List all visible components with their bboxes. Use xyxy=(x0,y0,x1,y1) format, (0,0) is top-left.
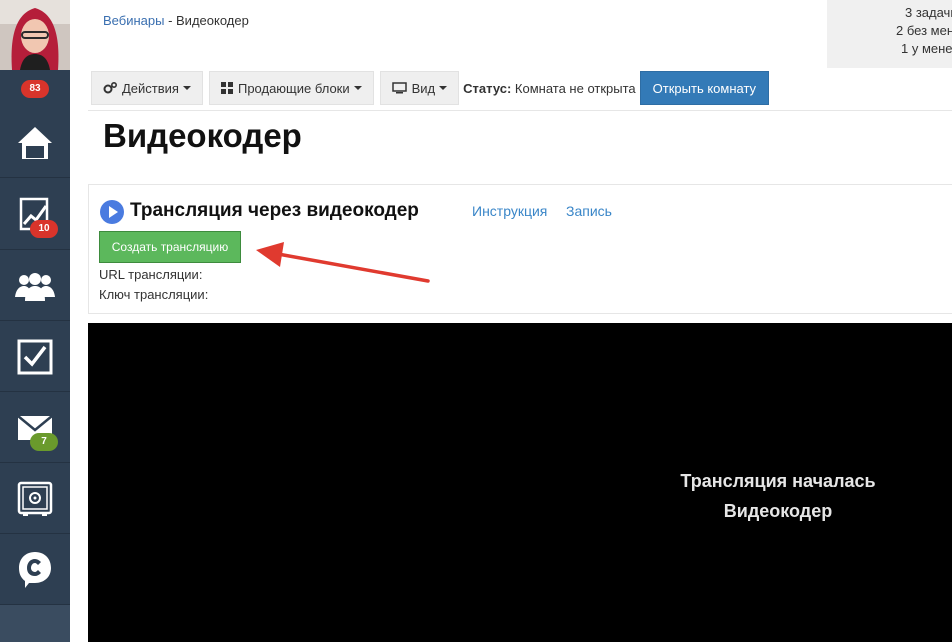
room-status-key: Статус: xyxy=(463,80,512,96)
caret-down-icon xyxy=(182,86,191,90)
caret-down-icon xyxy=(353,86,362,90)
gears-icon xyxy=(103,82,117,94)
room-status: Статус: Комната не открыта xyxy=(463,81,636,96)
monitor-icon xyxy=(391,82,407,94)
page-title: Видеокодер xyxy=(103,117,302,154)
stream-url-label: URL трансляции: xyxy=(99,267,203,282)
instruction-link[interactable]: Инструкция xyxy=(472,203,547,219)
sidebar-item-statistics[interactable]: 10 xyxy=(0,180,70,250)
checkbox-icon xyxy=(17,339,53,374)
home-icon xyxy=(18,126,52,159)
video-title-line: Видеокодер xyxy=(723,501,833,521)
tasks-summary[interactable]: 3 задачи 2 без мене 1 у менед xyxy=(827,0,952,68)
panel-title: Трансляция через видеокодер xyxy=(130,200,419,221)
divider xyxy=(88,110,952,111)
statistics-badge: 10 xyxy=(30,220,58,238)
sidebar-item-safe[interactable] xyxy=(0,464,70,534)
sidebar-item-chat[interactable] xyxy=(0,535,70,605)
sidebar-item-users[interactable] xyxy=(0,251,70,321)
encoder-panel: Трансляция через видеокодер Инструкция З… xyxy=(88,184,952,314)
chat-logo-icon xyxy=(19,551,51,588)
view-dropdown[interactable]: Вид xyxy=(379,71,460,105)
room-status-value: Комната не открыта xyxy=(514,80,636,96)
arrow-annotation-icon xyxy=(256,242,430,283)
sidebar-item-messages[interactable]: 7 xyxy=(0,393,70,463)
caret-down-icon xyxy=(439,86,448,90)
view-label: Вид xyxy=(411,80,436,96)
user-photo-icon xyxy=(0,0,70,70)
avatar[interactable] xyxy=(0,0,70,70)
actions-label: Действия xyxy=(122,80,179,96)
create-stream-button[interactable]: Создать трансляцию xyxy=(99,231,241,263)
grid-icon xyxy=(220,82,233,94)
safe-icon xyxy=(17,481,53,516)
breadcrumb-separator: - xyxy=(164,13,177,28)
tasks-summary-line: 1 у менед xyxy=(901,41,952,56)
sidebar-item-tasks[interactable] xyxy=(0,322,70,392)
sidebar-footer xyxy=(0,605,70,642)
breadcrumb-link-webinars[interactable]: Вебинары xyxy=(103,13,164,28)
tasks-summary-line: 2 без мене xyxy=(896,23,952,38)
users-icon xyxy=(15,272,55,301)
play-icon xyxy=(100,200,124,224)
stream-key-label: Ключ трансляции: xyxy=(99,287,209,302)
messages-badge: 7 xyxy=(30,433,58,451)
actions-dropdown[interactable]: Действия xyxy=(91,71,203,105)
sidebar: 83 10 7 xyxy=(0,0,70,642)
video-overlay-text: Трансляция началась Видеокодер xyxy=(670,466,886,526)
breadcrumb: Вебинары - Видеокодер xyxy=(103,13,249,28)
breadcrumb-current: Видеокодер xyxy=(176,13,249,28)
selling-blocks-dropdown[interactable]: Продающие блоки xyxy=(208,71,374,105)
sidebar-item-home[interactable] xyxy=(0,108,70,178)
video-status-line: Трансляция началась xyxy=(680,471,876,491)
tasks-summary-line: 3 задачи xyxy=(905,5,952,20)
record-link[interactable]: Запись xyxy=(566,203,612,219)
notifications-badge: 83 xyxy=(21,80,49,98)
selling-blocks-label: Продающие блоки xyxy=(237,80,350,96)
toolbar: Действия Продающие блоки Вид Статус: Ком… xyxy=(91,71,770,105)
open-room-button[interactable]: Открыть комнату xyxy=(639,71,770,105)
